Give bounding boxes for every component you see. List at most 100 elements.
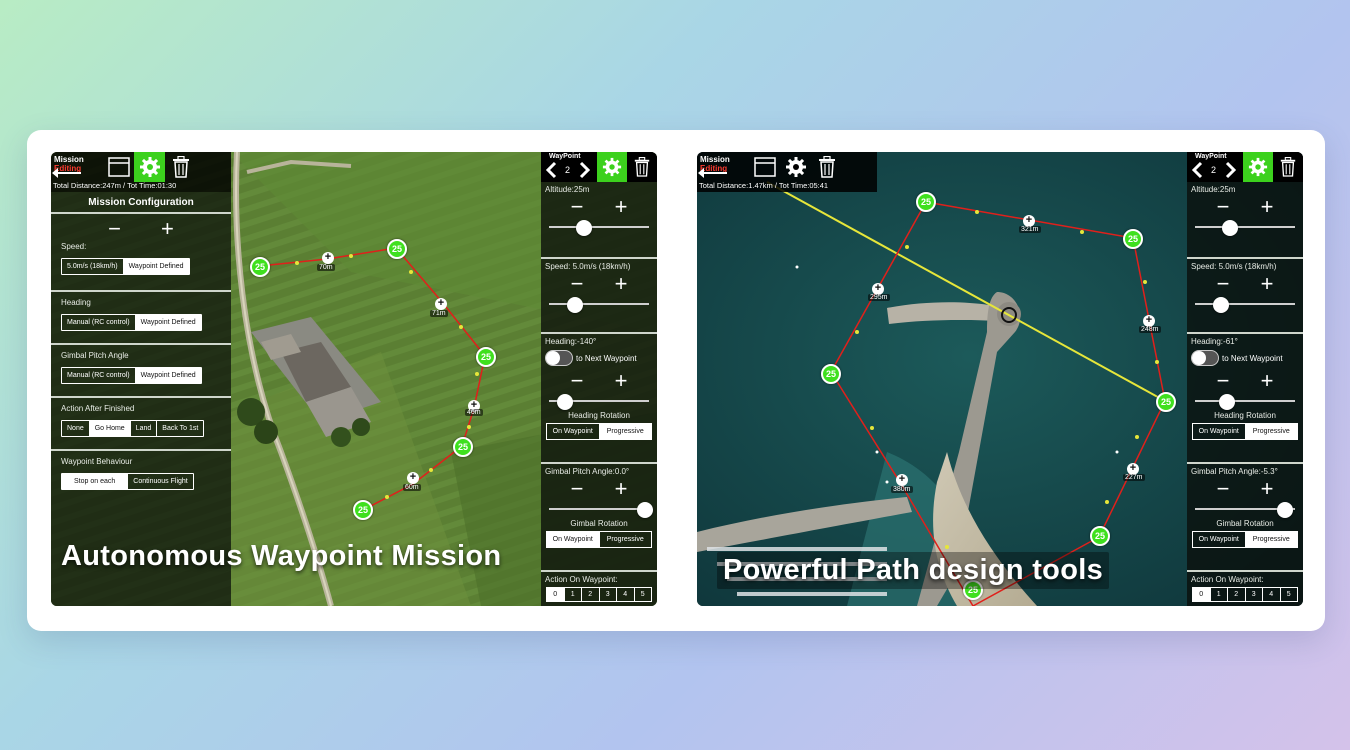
waypoint-marker[interactable]: 25 [387,239,407,259]
action-number[interactable]: 4 [617,588,635,601]
action-number[interactable]: 0 [1193,588,1211,601]
waypoint-marker[interactable]: 25 [250,257,270,277]
heading-option[interactable]: Manual (RC control) [62,315,136,330]
decrease-speed-button[interactable]: − [1217,273,1230,295]
mission-back-button[interactable]: Mission Editing [51,152,103,182]
increase-heading-button[interactable]: + [1261,370,1274,392]
after-finish-option[interactable]: Go Home [89,421,131,436]
back-arrow-icon [52,168,81,178]
photo-button[interactable] [103,152,134,182]
altitude-slider[interactable] [549,220,649,236]
waypoint-settings-button[interactable] [1243,152,1273,182]
heading-toggle[interactable] [1191,350,1219,366]
increase-altitude-button[interactable]: + [615,196,628,218]
gimbal-rotation-option[interactable]: Progressive [600,532,652,547]
increase-gimbal-button[interactable]: + [615,478,628,500]
settings-button[interactable] [134,152,165,182]
decrease-heading-button[interactable]: − [1217,370,1230,392]
chevron-right-icon[interactable] [579,161,591,179]
action-number[interactable]: 1 [1211,588,1228,601]
increase-speed-button[interactable]: + [615,273,628,295]
rotation-option[interactable]: On Waypoint [1193,424,1246,439]
waypoint-number: 2 [565,165,571,175]
waypoint-header-label: WayPoint [1195,153,1227,160]
gimbal-option[interactable]: Manual (RC control) [62,368,136,383]
waypoint-marker[interactable]: 25 [353,500,373,520]
decrease-speed-button[interactable]: − [108,218,121,240]
speed-option[interactable]: Waypoint Defined [123,259,189,274]
decrease-gimbal-button[interactable]: − [571,478,584,500]
trash-icon [634,157,650,177]
gimbal-rotation-option[interactable]: On Waypoint [547,532,600,547]
heading-option[interactable]: Waypoint Defined [135,315,201,330]
waypoint-marker[interactable]: 25 [1156,392,1176,412]
midpoint-add-icon[interactable]: + [407,472,419,484]
action-number[interactable]: 5 [635,588,652,601]
waypoint-marker[interactable]: 25 [916,192,936,212]
decrease-altitude-button[interactable]: − [1217,196,1230,218]
behaviour-option[interactable]: Stop on each [62,474,129,489]
photo-button[interactable] [749,152,780,182]
rotation-option[interactable]: Progressive [1245,424,1297,439]
speed-slider[interactable] [1195,297,1295,313]
after-finish-option[interactable]: None [62,421,90,436]
rotation-option[interactable]: Progressive [599,424,651,439]
mission-back-button[interactable]: Mission Editing [697,152,749,182]
gimbal-rotation-control: On Waypoint Progressive [546,531,652,548]
decrease-altitude-button[interactable]: − [571,196,584,218]
delete-button[interactable] [165,152,196,182]
action-number[interactable]: 5 [1281,588,1298,601]
after-finish-option[interactable]: Land [131,421,158,436]
increase-speed-button[interactable]: + [1261,273,1274,295]
midpoint-add-icon[interactable]: + [896,474,908,486]
action-number[interactable]: 4 [1263,588,1281,601]
action-number[interactable]: 3 [1246,588,1263,601]
heading-slider[interactable] [1195,394,1295,410]
waypoint-marker[interactable]: 25 [1090,526,1110,546]
gimbal-rotation-option[interactable]: On Waypoint [1193,532,1246,547]
gimbal-rotation-option[interactable]: Progressive [1245,532,1297,547]
decrease-gimbal-button[interactable]: − [1217,478,1230,500]
gimbal-rotation-label: Gimbal Rotation [1216,519,1274,528]
speed-slider[interactable] [549,297,649,313]
decrease-heading-button[interactable]: − [571,370,584,392]
midpoint-add-icon[interactable]: + [435,298,447,310]
heading-slider[interactable] [549,394,649,410]
chevron-right-icon[interactable] [1225,161,1237,179]
delete-button[interactable] [811,152,842,182]
heading-toggle[interactable] [545,350,573,366]
action-number[interactable]: 3 [600,588,617,601]
increase-gimbal-button[interactable]: + [1261,478,1274,500]
chevron-left-icon[interactable] [1191,161,1203,179]
waypoint-settings-button[interactable] [597,152,627,182]
gimbal-option[interactable]: Waypoint Defined [135,368,201,383]
action-number[interactable]: 2 [582,588,600,601]
increase-heading-button[interactable]: + [615,370,628,392]
decrease-speed-button[interactable]: − [571,273,584,295]
settings-button[interactable] [780,152,811,182]
waypoint-marker[interactable]: 25 [476,347,496,367]
midpoint-add-icon[interactable]: + [322,252,334,264]
waypoint-marker[interactable]: 25 [453,437,473,457]
waypoint-delete-button[interactable] [1273,152,1303,182]
waypoint-delete-button[interactable] [627,152,657,182]
gimbal-stepper: − + [545,476,653,502]
gimbal-slider[interactable] [549,502,653,518]
behaviour-option[interactable]: Continuous Flight [128,474,192,489]
right-screenshot: 25 25 25 25 25 25 + 321m + 295m + 248m +… [697,152,1303,606]
chevron-left-icon[interactable] [545,161,557,179]
action-number[interactable]: 2 [1228,588,1246,601]
gimbal-slider[interactable] [1195,502,1295,518]
after-finish-option[interactable]: Back To 1st [157,421,203,436]
waypoint-marker[interactable]: 25 [1123,229,1143,249]
altitude-slider[interactable] [1195,220,1295,236]
increase-speed-button[interactable]: + [161,218,174,240]
action-number[interactable]: 1 [565,588,582,601]
increase-altitude-button[interactable]: + [1261,196,1274,218]
speed-option[interactable]: 5.0m/s (18km/h) [62,259,124,274]
action-number[interactable]: 0 [547,588,565,601]
rotation-option[interactable]: On Waypoint [547,424,600,439]
after-finish-label: Action After Finished [61,404,135,413]
mission-label: Mission [54,155,84,164]
waypoint-marker[interactable]: 25 [821,364,841,384]
